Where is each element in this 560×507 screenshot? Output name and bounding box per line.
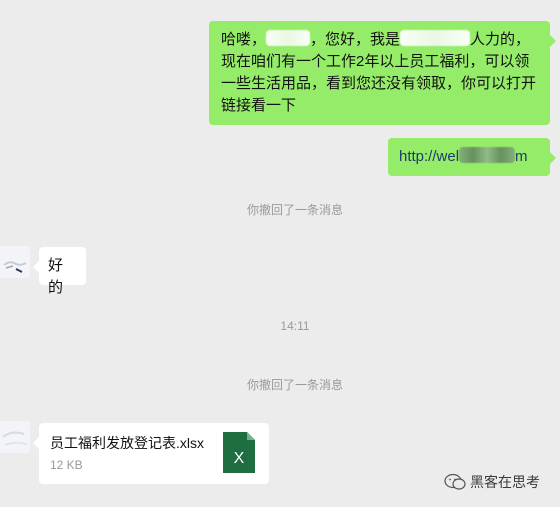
redacted-url xyxy=(459,147,516,163)
outgoing-message-welfare[interactable]: 哈喽， ，您好，我是 人力的，现在咱们有一个工作2年以上员工福利，可以领一些生活用品… xyxy=(209,21,556,125)
excel-file-icon: X xyxy=(223,432,255,473)
watermark-text: 黑客在思考 xyxy=(470,474,540,490)
recall-notice: 你撤回了一条消息 xyxy=(246,378,343,392)
avatar-image xyxy=(0,421,30,453)
file-message[interactable]: 员工福利发放登记表.xlsx 12 KB X xyxy=(33,423,269,484)
watermark: 黑客在思考 xyxy=(444,472,540,492)
chat-area: 哈喽， ，您好，我是 人力的，现在咱们有一个工作2年以上员工福利，可以领一些生活用品… xyxy=(0,0,560,507)
excel-icon-letter: X xyxy=(234,450,245,467)
message-text-part: ，您好，我是 xyxy=(310,31,401,48)
message-text-part: 哈喽， xyxy=(221,31,267,48)
wechat-icon xyxy=(444,473,466,490)
timestamp: 14:11 xyxy=(280,319,310,333)
avatar-image xyxy=(0,246,30,278)
recall-notice: 你撤回了一条消息 xyxy=(246,203,343,217)
redacted-name xyxy=(266,30,311,46)
link-text-part: http://wel xyxy=(399,148,460,165)
outgoing-message-link[interactable]: http://wel m xyxy=(388,138,556,176)
redacted-company xyxy=(400,30,471,46)
file-size: 12 KB xyxy=(50,458,83,472)
link-text-part: m xyxy=(515,148,528,165)
message-text: 好的 xyxy=(48,257,64,296)
incoming-message-reply[interactable]: 好的 xyxy=(33,247,86,296)
avatar[interactable] xyxy=(0,246,30,278)
file-name: 员工福利发放登记表.xlsx xyxy=(50,435,204,451)
avatar[interactable] xyxy=(0,421,30,453)
